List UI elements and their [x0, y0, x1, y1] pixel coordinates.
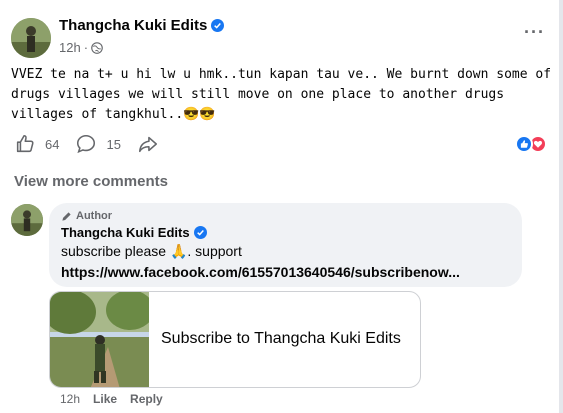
preview-thumbnail	[50, 292, 149, 387]
author-badge: Author	[61, 210, 510, 222]
comment-text: subscribe please 🙏. support	[61, 243, 242, 259]
preview-title[interactable]: Subscribe to Thangcha Kuki Edits	[161, 330, 401, 348]
like-reaction-icon	[515, 135, 533, 153]
globe-icon	[91, 41, 103, 54]
post-text: VVEZ te na t+ u hi lw u hmk..tun kapan t…	[11, 67, 552, 122]
like-count: 64	[45, 136, 60, 152]
post-actions: 64 15	[14, 133, 175, 155]
comment-author-avatar[interactable]	[11, 204, 43, 236]
comment-reply-button[interactable]: Reply	[130, 392, 163, 406]
like-button[interactable]: 64	[14, 133, 59, 155]
share-button[interactable]	[137, 133, 159, 155]
scrollbar-track[interactable]	[559, 0, 563, 413]
comment-author-name[interactable]: Thangcha Kuki Edits	[61, 225, 510, 240]
comment-author-label[interactable]: Thangcha Kuki Edits	[61, 225, 190, 240]
link-preview-card[interactable]: Subscribe to Thangcha Kuki Edits	[49, 291, 421, 388]
comment-bubble: Author Thangcha Kuki Edits subscribe ple…	[49, 203, 522, 287]
post-author-avatar[interactable]	[11, 18, 51, 58]
post-author-name[interactable]: Thangcha Kuki Edits	[59, 17, 225, 34]
verified-icon	[193, 226, 207, 239]
like-icon	[16, 134, 34, 153]
comment-link[interactable]: https://www.facebook.com/61557013640546/…	[61, 264, 510, 280]
more-icon[interactable]: ···	[524, 23, 545, 41]
share-icon	[138, 136, 157, 153]
author-badge-label: Author	[76, 210, 113, 222]
comment-like-button[interactable]: Like	[93, 392, 117, 406]
comment-time[interactable]: 12h	[60, 392, 80, 406]
comment-count: 15	[106, 136, 121, 152]
comment-meta: 12h Like Reply	[60, 392, 163, 406]
post-time[interactable]: 12h	[59, 40, 81, 55]
meta-separator: ·	[83, 40, 89, 55]
verified-icon	[211, 19, 225, 32]
pen-icon	[62, 211, 71, 221]
post-card: Thangcha Kuki Edits 12h · ··· VVEZ te na…	[0, 0, 563, 413]
reaction-summary[interactable]	[515, 135, 547, 153]
post-meta: 12h ·	[59, 40, 103, 55]
comment-icon	[77, 134, 96, 154]
view-more-comments-link[interactable]: View more comments	[14, 173, 168, 190]
post-author-label[interactable]: Thangcha Kuki Edits	[59, 17, 207, 34]
comment-button[interactable]: 15	[75, 133, 121, 155]
